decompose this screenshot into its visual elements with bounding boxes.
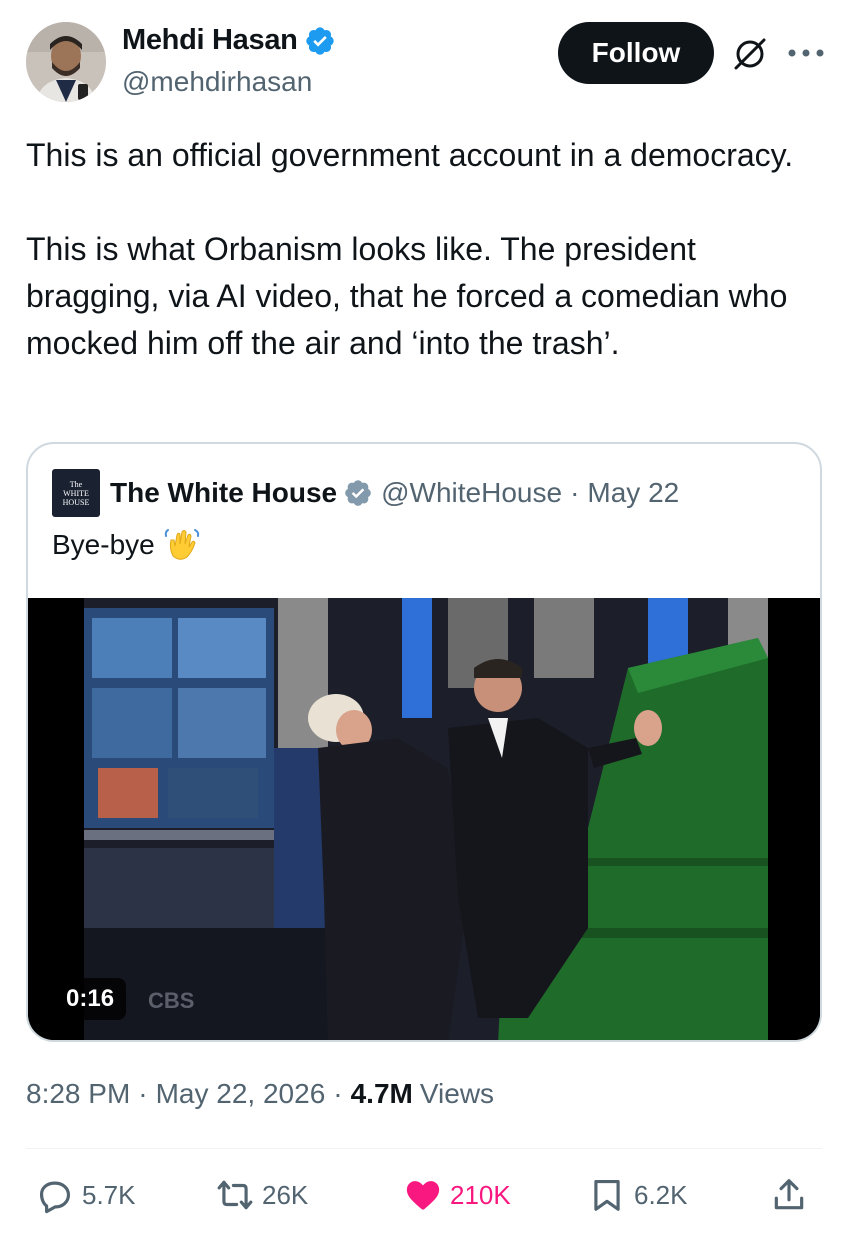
video-watermark: CBS [148, 988, 194, 1013]
more-options-icon[interactable] [784, 38, 828, 68]
repost-count: 26K [262, 1179, 309, 1210]
quoted-tweet-header: The WHITE HOUSE The White House @WhiteHo… [52, 468, 679, 518]
government-verified-badge-icon [345, 480, 371, 506]
bookmark-icon [594, 1179, 620, 1211]
author-handle[interactable]: @mehdirhasan [122, 66, 312, 98]
logo-line: HOUSE [62, 497, 90, 507]
waving-hand-emoji-icon [164, 529, 199, 560]
author-name-row: Mehdi Hasan [122, 24, 336, 57]
video-player[interactable]: CBS 0:16 [28, 598, 820, 1040]
tweet-time[interactable]: 8:28 PM [26, 1078, 130, 1110]
like-count: 210K [450, 1179, 511, 1210]
meta-separator: · [570, 477, 580, 508]
quoted-tweet-text: Bye-bye [52, 529, 155, 560]
quoted-author-handle[interactable]: @WhiteHouse [381, 477, 562, 509]
follow-button[interactable]: Follow [558, 22, 714, 84]
logo-line: WHITE [63, 488, 89, 498]
quoted-tweet-text-row: Bye-bye [52, 526, 201, 564]
avatar-image [26, 22, 106, 102]
logo-line: The [69, 479, 83, 489]
reply-icon [39, 1181, 71, 1214]
bookmark-count: 6.2K [634, 1179, 688, 1210]
tweet-text: This is an official government account i… [26, 137, 794, 361]
views-label: Views [419, 1078, 495, 1109]
bookmark-button[interactable]: 6.2K [588, 1176, 688, 1214]
heart-filled-icon [406, 1181, 440, 1210]
tweet-meta: 8:28 PM · May 22, 2026 · 4.7M Views [26, 1078, 494, 1110]
tweet-date[interactable]: May 22, 2026 [156, 1078, 326, 1110]
video-duration-badge: 0:16 [54, 978, 127, 1020]
author-name[interactable]: Mehdi Hasan [122, 24, 298, 57]
tweet-header: Mehdi Hasan @mehdirhasan Follow [26, 20, 826, 104]
white-house-logo[interactable]: The WHITE HOUSE [52, 469, 100, 517]
repost-icon [217, 1180, 253, 1210]
reply-count: 5.7K [82, 1179, 136, 1210]
share-icon [774, 1179, 804, 1210]
tweet-actions-bar: 5.7K 26K 210K 6.2K [0, 1170, 848, 1226]
repost-button[interactable]: 26K [216, 1176, 308, 1214]
quoted-date[interactable]: May 22 [587, 477, 679, 509]
grok-icon[interactable] [732, 36, 768, 72]
meta-separator: · [138, 1078, 148, 1109]
meta-separator: · [333, 1078, 343, 1109]
video-frame: CBS [28, 598, 820, 1040]
views-count: 4.7M [350, 1078, 413, 1109]
like-button[interactable]: 210K [404, 1176, 511, 1214]
reply-button[interactable]: 5.7K [36, 1176, 136, 1214]
quoted-tweet-card[interactable]: The WHITE HOUSE The White House @WhiteHo… [26, 442, 822, 1042]
avatar[interactable] [26, 22, 106, 102]
quoted-author-name[interactable]: The White House [110, 477, 337, 509]
divider [26, 1148, 822, 1149]
share-button[interactable] [770, 1176, 816, 1214]
verified-badge-icon [305, 26, 334, 55]
